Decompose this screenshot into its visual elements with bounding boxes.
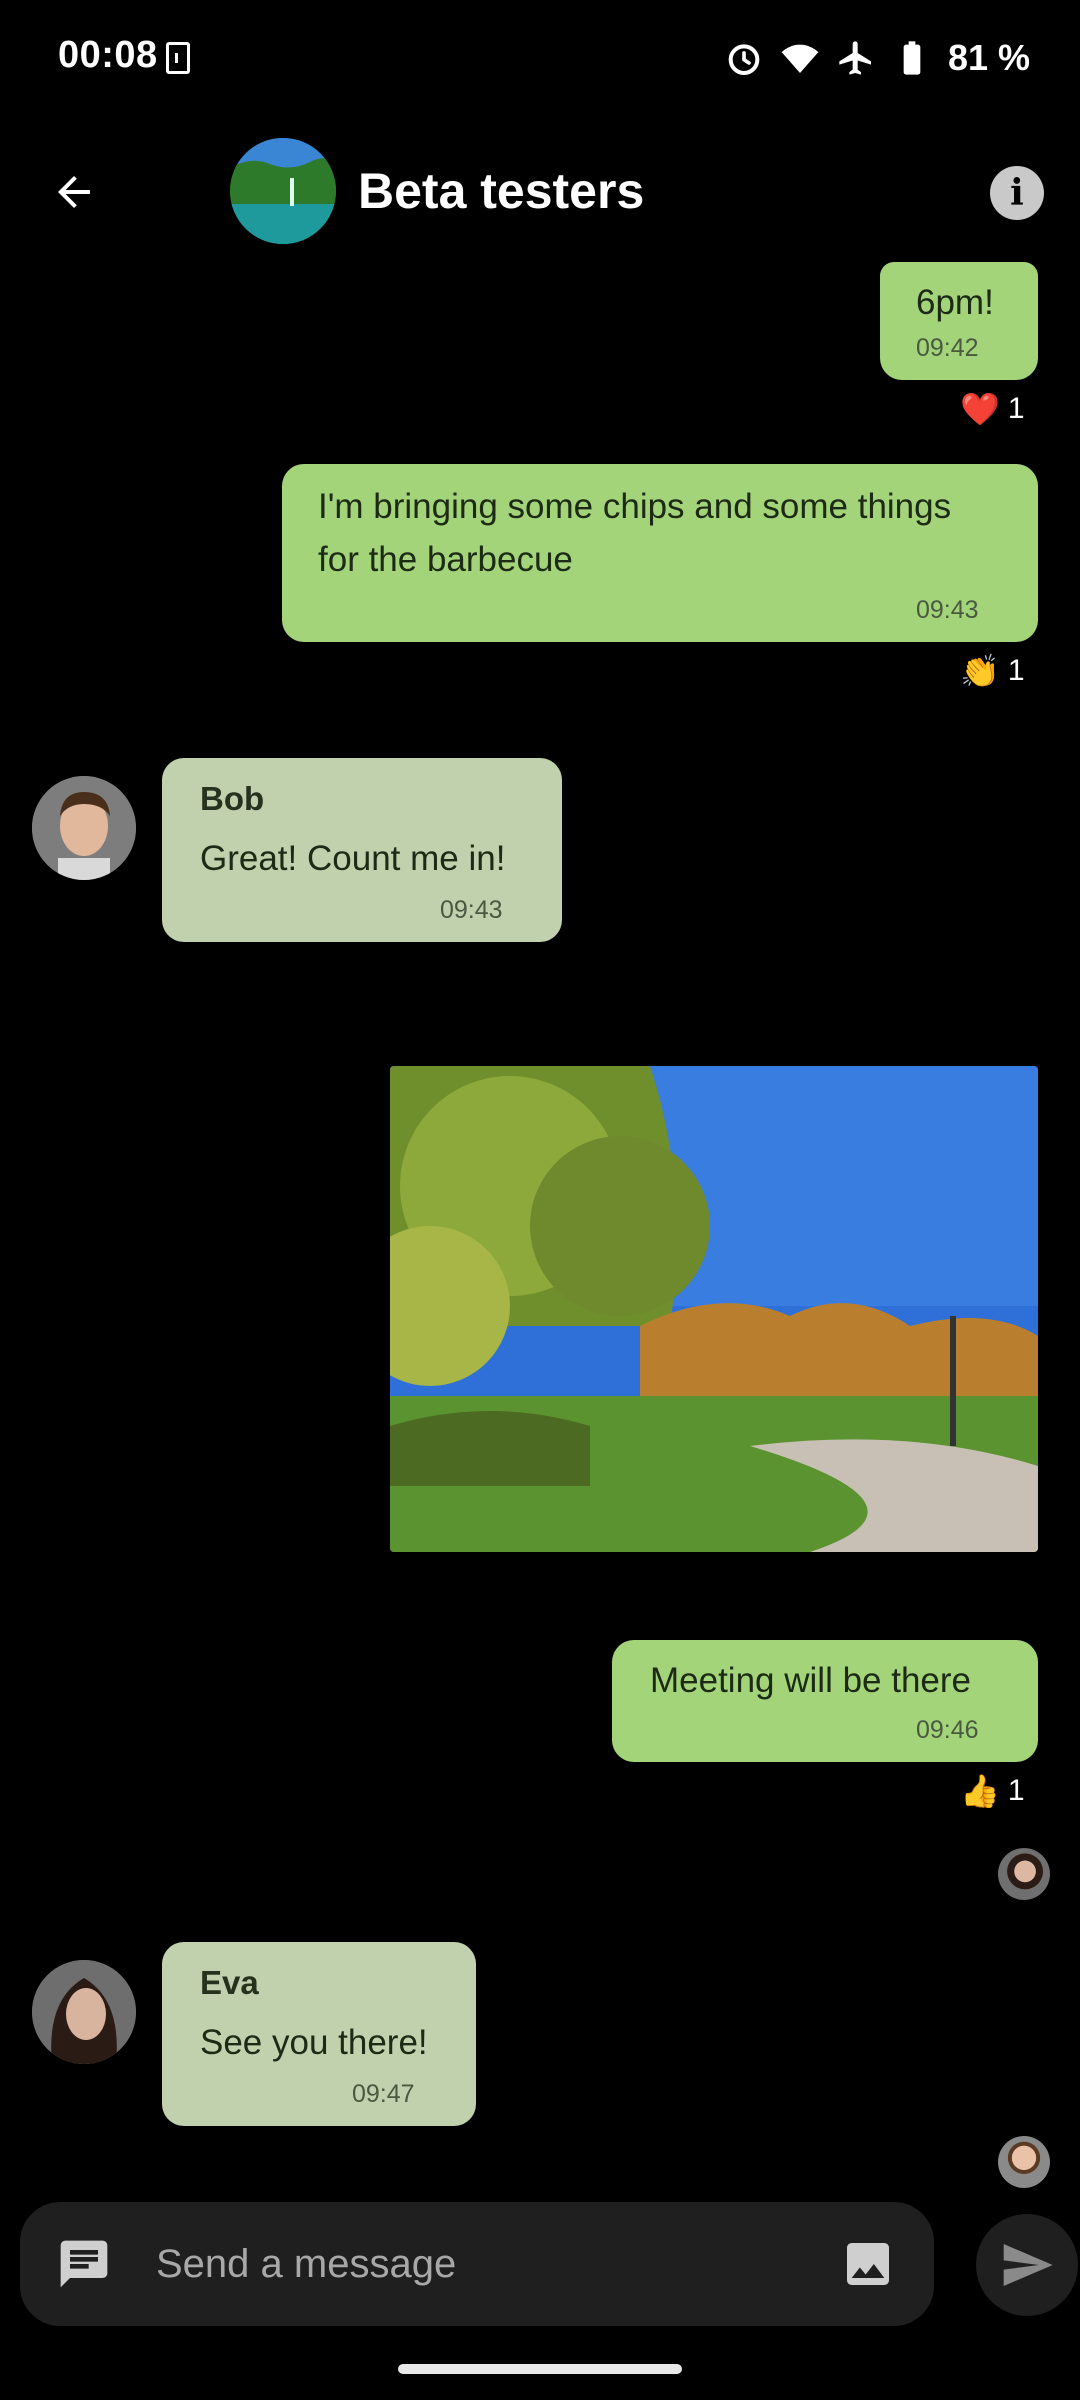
back-button[interactable] [40,158,108,226]
avatar[interactable] [32,776,136,880]
message-time: 09:43 [916,596,979,624]
eva-avatar-image [32,1960,136,2064]
chat-title: Beta testers [358,163,645,219]
read-receipt-avatar [998,2136,1050,2188]
message-text: I'm bringing some chips and some things … [318,487,952,579]
battery-percentage: 81 % [947,37,1030,78]
wifi-icon [781,44,819,73]
sender-name: Eva [200,1964,259,2001]
message-text: 6pm! [916,283,994,322]
outgoing-message[interactable]: Meeting will be there 09:46 [612,1640,1038,1762]
home-indicator[interactable] [398,2364,682,2374]
outgoing-message[interactable]: 6pm! 09:42 [880,262,1038,380]
image-icon[interactable] [840,2236,896,2292]
status-icons: 81 % [724,30,1030,86]
message-reaction[interactable]: 👏 1 [946,644,1041,698]
incoming-message[interactable]: Eva See you there! 09:47 [162,1942,476,2126]
bob-avatar-image [32,776,136,880]
airplane-icon [839,41,871,75]
send-button[interactable] [976,2214,1078,2316]
message-text: See you there! [200,2023,428,2062]
message-text: Great! Count me in! [200,839,506,878]
alarm-icon [728,44,760,75]
image-message[interactable] [390,1066,1038,1552]
outgoing-message[interactable]: I'm bringing some chips and some things … [282,464,1038,642]
send-icon [1003,2244,1053,2286]
message-time: 09:47 [352,2080,415,2108]
message-input[interactable] [156,2234,716,2294]
thumbs-up-icon: 👍 [960,1773,1000,1809]
message-time: 09:43 [440,896,503,924]
status-time: 00:08 [58,34,158,76]
reaction-count: 1 [1007,392,1025,425]
avatar[interactable] [32,1960,136,2064]
group-avatar-image [230,138,336,244]
message-composer [20,2202,934,2326]
read-receipt-avatar [998,1848,1050,1900]
message-text: Meeting will be there [650,1661,971,1700]
battery-icon [903,41,921,75]
reaction-count: 1 [1007,1774,1025,1807]
park-photo [390,1066,1038,1552]
clapping-hands-icon: 👏 [960,653,1000,689]
group-avatar[interactable] [230,138,336,244]
message-reaction[interactable]: 👍 1 [946,1764,1041,1818]
reaction-count: 1 [1007,654,1025,687]
heart-icon: ❤️ [960,391,1000,427]
message-time: 09:46 [916,1716,979,1744]
sender-name: Bob [200,780,265,817]
message-time: 09:42 [916,334,979,362]
sim-card-icon [166,42,190,74]
incoming-message[interactable]: Bob Great! Count me in! 09:43 [162,758,562,942]
arrow-left-icon [58,176,90,208]
info-icon[interactable]: i [990,166,1044,220]
message-reaction[interactable]: ❤️ 1 [946,382,1041,436]
message-icon[interactable] [56,2236,112,2292]
chat-header: Beta testers i [0,118,1080,266]
status-bar: 00:08 81 % [0,0,1080,118]
